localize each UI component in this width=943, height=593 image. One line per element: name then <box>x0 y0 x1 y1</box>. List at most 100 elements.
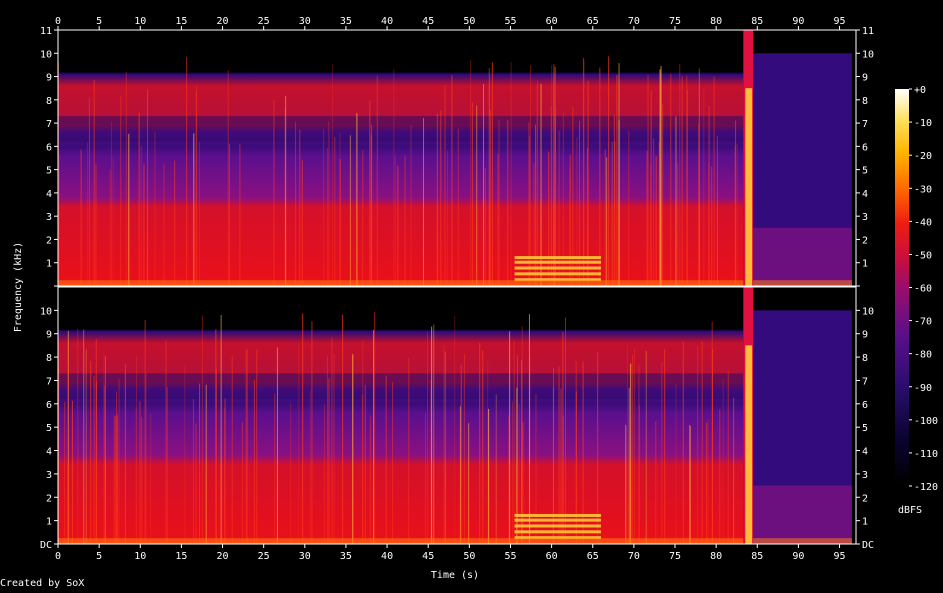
y-tick-label: 3 <box>46 212 52 223</box>
transient-streak <box>488 408 490 544</box>
transient-streak <box>141 416 143 544</box>
transient-streak <box>558 367 560 544</box>
tonal-harmonic <box>514 260 601 264</box>
transient-streak <box>95 164 97 286</box>
transient-streak <box>698 68 700 286</box>
y-tick-label: 10 <box>40 306 52 317</box>
x-tick-label: 10 <box>134 16 146 27</box>
colorbar-tick-label: -70 <box>914 317 932 328</box>
transient-streak <box>323 129 325 286</box>
transient-streak <box>311 321 313 544</box>
transient-streak <box>93 375 95 544</box>
transient-streak <box>470 59 472 287</box>
transient-streak <box>471 102 473 286</box>
transient-streak <box>675 383 677 544</box>
x-tick-label: 85 <box>751 16 763 27</box>
y-tick-label: 1 <box>862 259 868 270</box>
transient-streak <box>231 355 233 544</box>
transient-streak <box>436 113 438 286</box>
transient-streak <box>634 347 636 544</box>
transient-streak <box>565 317 567 544</box>
transient-streak <box>495 394 497 544</box>
transient-streak <box>490 109 492 286</box>
transient-streak <box>201 315 203 544</box>
x-tick-label: 60 <box>546 551 558 562</box>
colorbar-tick-label: -20 <box>914 151 932 162</box>
transient-streak <box>599 67 601 286</box>
x-tick-label: 15 <box>175 551 187 562</box>
transient-streak <box>356 112 358 286</box>
transient-streak <box>80 149 82 286</box>
transient-streak <box>701 341 703 544</box>
transient-streak <box>444 85 446 286</box>
transient-streak <box>606 157 608 286</box>
transient-streak <box>328 378 330 544</box>
y-tick-label: 10 <box>862 49 874 60</box>
x-tick-label: 15 <box>175 16 187 27</box>
transient-streak <box>562 112 564 286</box>
x-tick-label: 40 <box>381 551 393 562</box>
y-tick-label: DC <box>862 540 874 551</box>
transient-streak <box>630 363 632 544</box>
transient-streak <box>625 424 627 544</box>
y-tick-label: 9 <box>862 330 868 341</box>
x-tick-label: 5 <box>96 16 102 27</box>
transient-streak <box>323 404 325 544</box>
y-axis-label: Frequency (kHz) <box>13 242 24 332</box>
x-tick-label: 80 <box>710 16 722 27</box>
y-tick-label: 1 <box>862 517 868 528</box>
transient-streak <box>273 99 275 286</box>
transient-streak <box>484 167 486 286</box>
transient-streak <box>83 329 85 544</box>
x-tick-label: 30 <box>299 16 311 27</box>
y-tick-label: 7 <box>46 119 52 130</box>
x-tick-label: 0 <box>55 551 61 562</box>
transient-streak <box>333 353 335 544</box>
transient-streak <box>498 119 500 286</box>
transient-streak <box>295 122 297 286</box>
transient-streak <box>647 74 649 286</box>
colorbar-tick-label: -40 <box>914 217 932 228</box>
transient-streak <box>540 83 542 286</box>
transient-streak <box>447 150 449 286</box>
transient-streak <box>444 351 446 544</box>
x-axis-label: Time (s) <box>431 570 479 581</box>
transient-streak <box>661 361 663 544</box>
transient-streak <box>339 159 341 286</box>
transient-streak <box>408 357 410 544</box>
transient-streak <box>618 120 620 287</box>
transient-streak <box>660 66 662 286</box>
transient-streak <box>679 63 681 286</box>
transient-streak <box>285 95 287 287</box>
transient-streak <box>135 407 137 544</box>
transient-streak <box>163 163 165 286</box>
y-tick-label: 2 <box>862 235 868 246</box>
transient-streak <box>686 89 688 286</box>
transient-streak <box>86 142 88 286</box>
transient-streak <box>675 116 677 286</box>
y-tick-label: 2 <box>862 493 868 504</box>
y-tick-label: 9 <box>46 330 52 341</box>
y-tick-label: 10 <box>862 306 874 317</box>
transient-streak <box>77 328 79 544</box>
tonal-harmonic <box>514 256 601 260</box>
transient-streak <box>113 415 115 544</box>
transient-streak <box>554 66 556 286</box>
y-tick-label: 9 <box>46 73 52 84</box>
transient-streak <box>374 312 376 544</box>
transient-streak <box>511 401 513 544</box>
transient-streak <box>227 69 229 286</box>
transient-streak <box>104 355 106 544</box>
transient-streak <box>423 118 425 286</box>
transient-streak <box>256 349 258 544</box>
transient-streak <box>655 156 657 286</box>
x-tick-label: 90 <box>792 551 804 562</box>
transient-streak <box>476 105 478 286</box>
transient-streak <box>165 340 167 544</box>
transient-streak <box>199 383 201 544</box>
transient-streak <box>727 371 729 544</box>
y-tick-label: 3 <box>862 470 868 481</box>
transient-streak <box>290 403 292 544</box>
x-tick-label: 55 <box>504 16 516 27</box>
transient-streak <box>301 160 303 286</box>
